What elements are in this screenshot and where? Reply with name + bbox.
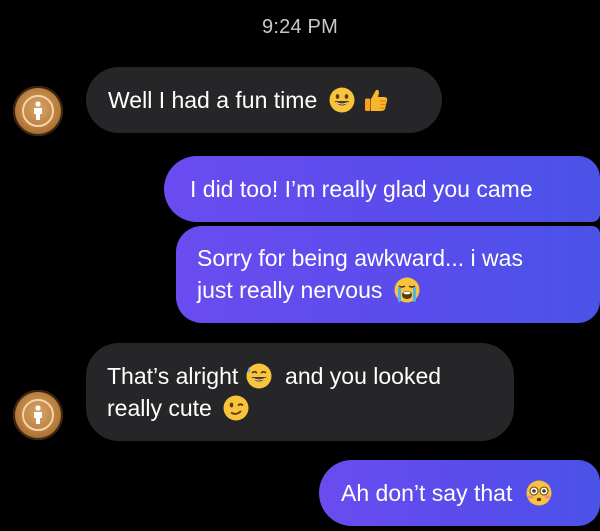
message-text-line: really cute: [107, 392, 492, 424]
contact-avatar[interactable]: [13, 86, 63, 136]
message-text-line: just really nervous: [197, 274, 578, 306]
message-text-line: That’s alright and you looked: [107, 360, 492, 392]
message-text: Well I had a fun time: [108, 87, 318, 113]
message-bubble-outgoing[interactable]: Sorry for being awkward... i was just re…: [176, 226, 600, 323]
message-bubble-outgoing[interactable]: I did too! I’m really glad you came: [164, 156, 600, 222]
thumbs-up-icon: [362, 86, 390, 114]
message-text: I did too! I’m really glad you came: [190, 176, 533, 202]
message-bubble-incoming[interactable]: That’s alright and you looked really cut…: [86, 343, 514, 441]
grinning-sweat-icon: [245, 362, 273, 390]
loudly-crying-face-icon: [393, 276, 421, 304]
message-text: really cute: [107, 395, 212, 421]
winking-face-icon: [222, 394, 250, 422]
avatar-figure-icon: [34, 405, 42, 424]
timestamp: 9:24 PM: [262, 16, 338, 38]
message-text: That’s alright: [107, 363, 239, 389]
contact-avatar[interactable]: [13, 390, 63, 440]
message-bubble-incoming[interactable]: Well I had a fun time: [86, 67, 442, 133]
message-text-line: Sorry for being awkward... i was: [197, 245, 523, 271]
flushed-face-icon: [525, 479, 553, 507]
message-text: Ah don’t say that: [341, 480, 513, 506]
message-bubble-outgoing[interactable]: Ah don’t say that: [319, 460, 600, 526]
message-text: and you looked: [285, 363, 442, 389]
grinning-face-icon: [328, 86, 356, 114]
avatar-figure-icon: [34, 101, 42, 120]
message-text: just really nervous: [197, 277, 383, 303]
